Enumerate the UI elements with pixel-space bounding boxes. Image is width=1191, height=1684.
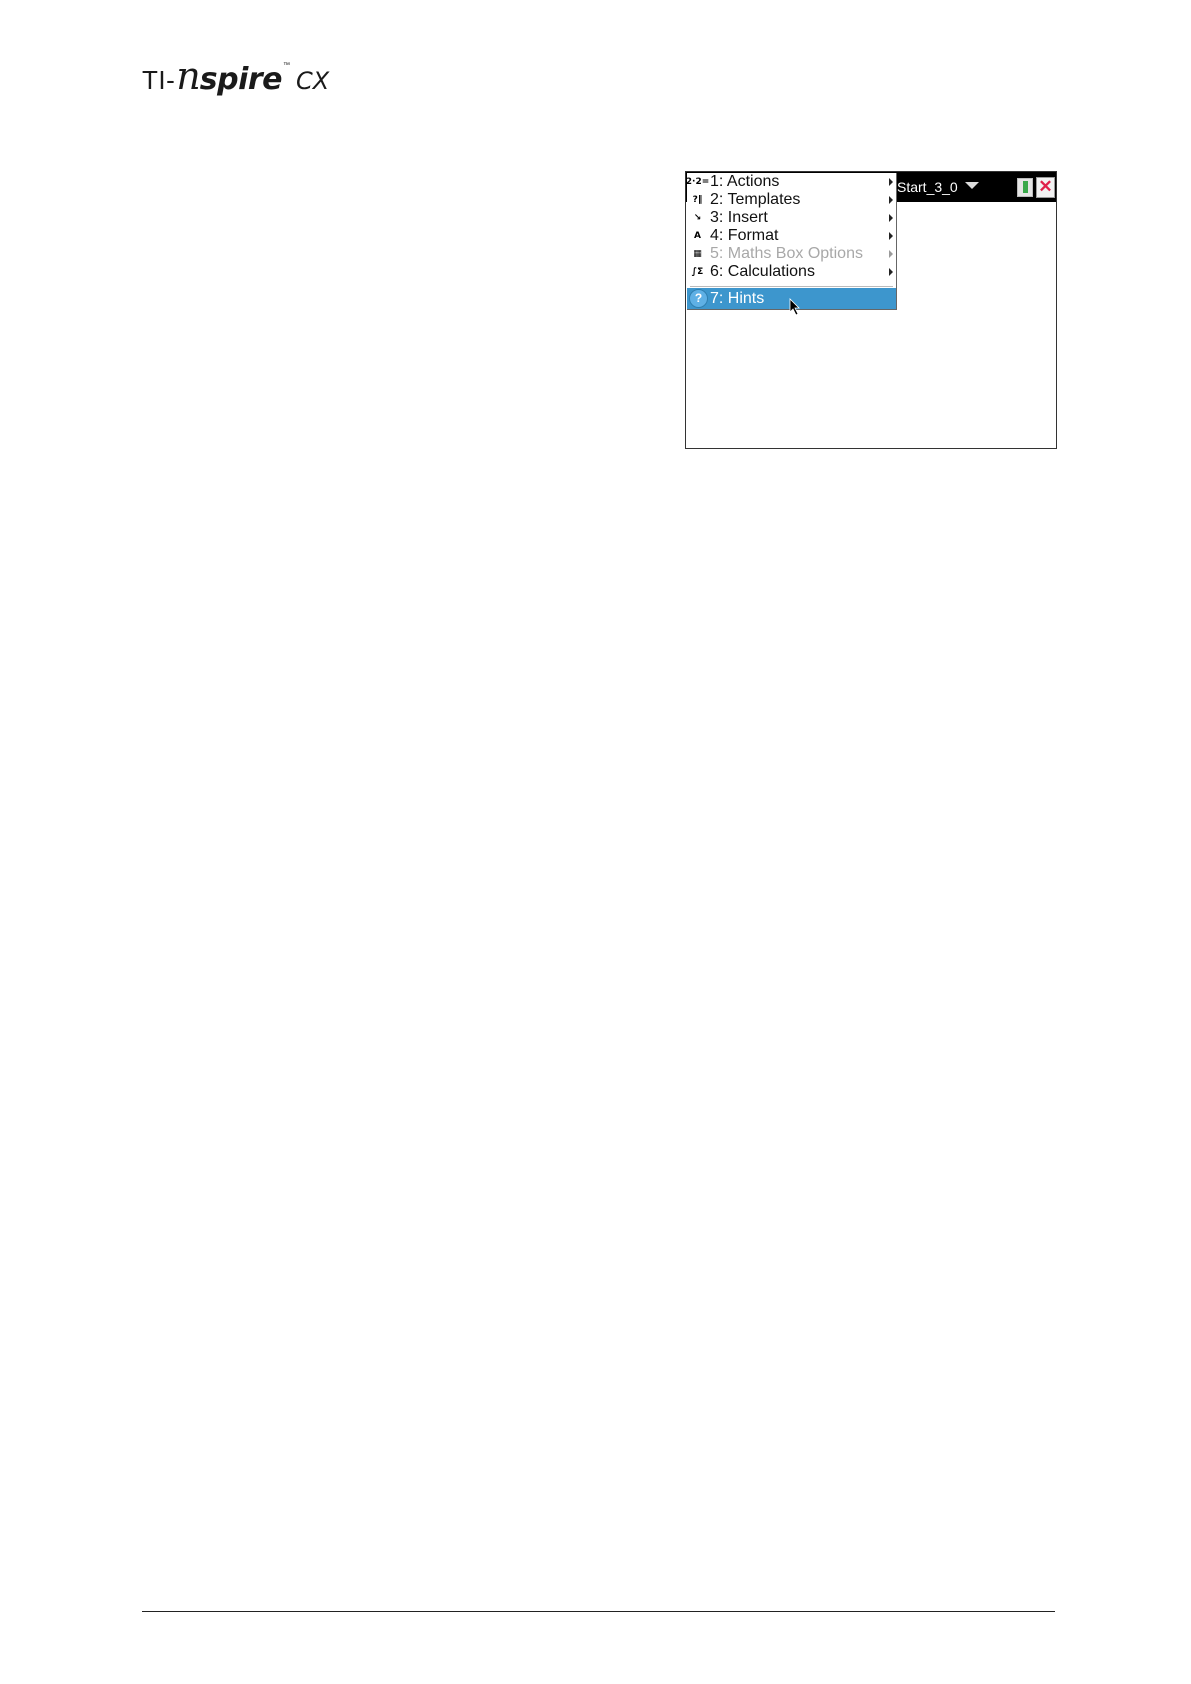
menu-item-label: 4: Format xyxy=(710,227,779,244)
menu-item-label: 1: Actions xyxy=(710,173,780,190)
submenu-arrow-icon xyxy=(889,268,893,276)
menu-item-actions[interactable]: 2·2= 1: Actions xyxy=(685,173,896,191)
logo-n: n xyxy=(176,54,201,98)
close-icon[interactable]: ✕ xyxy=(1036,177,1055,198)
calculations-icon: ∫Σ xyxy=(691,267,704,277)
context-menu: 2·2= 1: Actions ?‖ 2: Templates ↘ 3: Ins… xyxy=(685,173,897,316)
insert-icon: ↘ xyxy=(693,213,702,223)
ti-nspire-cx-logo: TI-n spire ™ CX xyxy=(142,54,330,98)
logo-cx: CX xyxy=(296,67,330,95)
chevron-down-icon[interactable] xyxy=(965,182,979,189)
menu-item-calculations[interactable]: ∫Σ 6: Calculations xyxy=(687,263,896,281)
submenu-arrow-icon xyxy=(889,250,893,258)
logo-trademark: ™ xyxy=(283,62,291,69)
logo-spire: spire xyxy=(199,62,283,97)
logo-ti: TI- xyxy=(142,65,176,95)
menu-item-templates[interactable]: ?‖ 2: Templates xyxy=(687,191,896,209)
menu-item-label: 3: Insert xyxy=(710,209,768,226)
footer-rule xyxy=(142,1611,1055,1612)
calculator-screen: Start_3_0 ✕ 2·2= 1: Actions ?‖ 2: Templa… xyxy=(685,171,1057,449)
menu-item-insert[interactable]: ↘ 3: Insert xyxy=(687,209,896,227)
menu-item-label: 7: Hints xyxy=(710,289,765,307)
menu-item-format[interactable]: A 4: Format xyxy=(687,227,896,245)
templates-icon: ?‖ xyxy=(692,195,703,205)
battery-icon xyxy=(1017,178,1033,197)
menu-item-maths-box-options[interactable]: ▦ 5: Maths Box Options xyxy=(687,245,896,263)
menu-item-label: 2: Templates xyxy=(710,191,801,208)
document-title[interactable]: Start_3_0 xyxy=(897,179,958,195)
submenu-arrow-icon xyxy=(889,178,893,186)
menu-item-label: 5: Maths Box Options xyxy=(710,245,863,262)
help-icon: ? xyxy=(689,289,708,308)
submenu-arrow-icon xyxy=(889,196,893,204)
submenu-arrow-icon xyxy=(889,232,893,240)
menu-separator xyxy=(690,286,893,287)
maths-box-options-icon: ▦ xyxy=(693,249,702,259)
format-icon: A xyxy=(694,231,701,241)
actions-icon: 2·2= xyxy=(685,177,710,187)
menu-item-label: 6: Calculations xyxy=(710,263,815,280)
submenu-arrow-icon xyxy=(889,214,893,222)
